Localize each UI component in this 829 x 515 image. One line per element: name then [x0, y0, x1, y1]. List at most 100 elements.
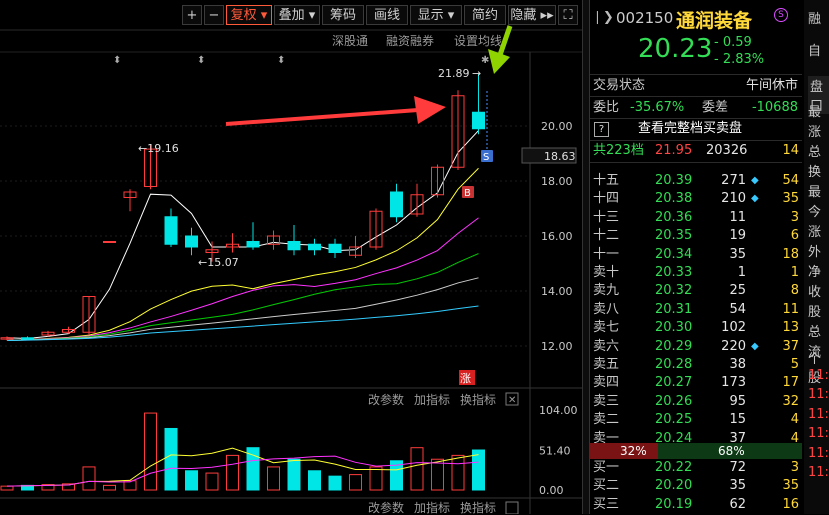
ask-ord: 18 — [782, 246, 799, 262]
ask-row[interactable]: 卖十 20.33 1 1 — [590, 263, 802, 283]
buy-ratio-label: 32% — [620, 444, 647, 458]
ask-row[interactable]: 十二 20.35 19 6 — [590, 226, 802, 246]
ask-row[interactable]: 十一 20.34 35 18 — [590, 245, 802, 265]
ask-row[interactable]: 十五 20.39 271 ◆ 54 — [590, 171, 802, 191]
ask-row[interactable]: 卖九 20.32 25 8 — [590, 281, 802, 301]
indicator-add-link[interactable]: 加指标 — [414, 392, 450, 407]
side-panel-item[interactable]: 总 — [808, 141, 821, 160]
volume-tick-label: 51.40 — [539, 444, 571, 457]
candle-body — [287, 241, 301, 251]
side-panel-item[interactable]: 自 — [808, 40, 821, 59]
ask-label: 卖五 — [593, 357, 620, 372]
ask-label: 十四 — [593, 191, 620, 207]
ask-row[interactable]: 卖八 20.31 54 11 — [590, 300, 802, 320]
full-book-row[interactable]: ? 查看完整档买卖盘 — [590, 119, 802, 139]
help-icon[interactable]: ? — [594, 122, 609, 137]
quote-panel: ❘❯ 002150 通润装备 S 20.23 - 0.59 - 2.83% 交易… — [590, 0, 802, 514]
ask-label: 十二 — [593, 228, 620, 244]
ask-row[interactable]: 十四 20.38 210 ◆ 35 — [590, 189, 802, 209]
ask-ord: 6 — [790, 228, 799, 244]
side-panel-item[interactable]: 11: — [808, 446, 829, 461]
ask-row[interactable]: 卖三 20.26 95 32 — [590, 392, 802, 412]
full-book-link[interactable]: 查看完整档买卖盘 — [638, 119, 742, 139]
ask-row[interactable]: 卖二 20.25 15 4 — [590, 410, 802, 430]
side-panel-item[interactable]: 股 — [808, 301, 821, 320]
indicator-change-link-2[interactable]: 换指标 — [460, 500, 496, 514]
ask-dot: ◆ — [751, 340, 759, 352]
levels-row: 共223档 21.95 20326 14 — [590, 141, 802, 161]
ask-label: 十五 — [593, 173, 620, 188]
ask-ord: 54 — [782, 173, 799, 188]
side-panel-item[interactable]: 11: — [808, 407, 829, 422]
buy-badge-label: B — [464, 188, 471, 199]
low-mark-annotation: ←15.07 — [198, 256, 239, 269]
side-panel-item[interactable]: 外 — [808, 241, 821, 260]
ask-price: 20.31 — [655, 301, 693, 317]
side-panel-item[interactable]: 净 — [808, 261, 821, 280]
candle-body — [164, 216, 178, 245]
ask-row[interactable]: 卖五 20.28 38 5 — [590, 355, 802, 375]
ask-row[interactable]: 十三 20.36 11 3 — [590, 208, 802, 228]
candle-body — [328, 243, 342, 253]
ask-vol: 220 — [721, 338, 746, 354]
volume-bar — [349, 474, 362, 491]
indicator-change-link[interactable]: 换指标 — [460, 392, 496, 407]
side-panel-item[interactable]: 收 — [808, 281, 821, 300]
side-panel-item[interactable]: 11: — [808, 387, 829, 402]
panel-splitter[interactable] — [582, 0, 590, 514]
indicator-add-link-2[interactable]: 加指标 — [414, 500, 450, 514]
side-panel-item[interactable]: 今 — [808, 201, 821, 220]
volume-bar — [82, 466, 96, 491]
ask-price: 20.29 — [655, 338, 693, 354]
ask-row[interactable]: 卖七 20.30 102 13 — [590, 318, 802, 338]
side-panel-item[interactable]: 最 — [808, 181, 821, 200]
sell-ratio-label: 68% — [718, 444, 745, 458]
y-tick-label: 14.00 — [541, 285, 573, 298]
ask-ord: 11 — [782, 301, 799, 317]
volume-tick-label: 0.00 — [539, 484, 564, 497]
volume-bar — [431, 458, 444, 491]
ask-label: 卖八 — [593, 301, 620, 317]
ask-ord: 5 — [790, 357, 799, 372]
side-panel-item[interactable]: 融 — [808, 8, 821, 27]
bid-row[interactable]: 买一 20.22 72 3 — [590, 458, 802, 478]
side-panel-item[interactable]: 11: — [808, 368, 829, 383]
margin-icon[interactable]: S — [774, 8, 788, 22]
side-panel-item[interactable]: 换 — [808, 161, 821, 180]
close-icon-2[interactable] — [505, 501, 519, 514]
volume-ma-line — [6, 447, 479, 487]
ma-line — [6, 217, 479, 341]
last-price: 20.23 — [638, 34, 713, 64]
bid-price: 20.20 — [655, 478, 693, 494]
marker-icon: ⬍ — [277, 55, 285, 66]
weibi-label: 委比 — [593, 100, 620, 115]
indicator-params-link[interactable]: 改参数 — [368, 392, 404, 407]
side-panel-item[interactable]: 11: — [808, 465, 829, 480]
ask-price: 20.39 — [655, 173, 693, 188]
bid-row[interactable]: 买三 20.19 62 16 — [590, 495, 802, 515]
ask-row[interactable]: 卖六 20.29 220 ◆ 37 — [590, 337, 802, 357]
bid-price: 20.22 — [655, 460, 693, 475]
ask-row[interactable]: 卖四 20.27 173 17 — [590, 373, 802, 393]
weibi-value: -35.67% — [630, 100, 685, 115]
volume-bar — [205, 472, 219, 491]
side-panel-item[interactable]: 涨 — [808, 121, 821, 140]
menu-icon[interactable]: ❘❯ — [592, 10, 614, 25]
side-panel-item[interactable]: 涨 — [808, 221, 821, 240]
status-label: 交易状态 — [593, 78, 646, 93]
side-panel-item[interactable]: 11: — [808, 426, 829, 441]
ask-label: 卖七 — [593, 320, 620, 336]
ask-price: 20.32 — [655, 283, 693, 299]
bid-row[interactable]: 买二 20.20 35 35 — [590, 476, 802, 496]
volume-bar — [287, 458, 301, 491]
kline-chart[interactable]: 20.00 18.00 16.00 14.00 12.00 104.00 51.40 0.00… — [0, 0, 582, 514]
side-panel-item[interactable]: 最 — [808, 101, 821, 120]
limit-up-label: 涨 — [460, 372, 471, 385]
indicator-params-link-2[interactable]: 改参数 — [368, 500, 404, 514]
candle-body — [185, 235, 198, 248]
bid-vol: 72 — [729, 460, 746, 475]
weicha-value: -10688 — [751, 100, 798, 115]
side-panel-item[interactable]: 总 — [808, 321, 821, 340]
marker-icon: ⬍ — [113, 55, 121, 66]
volume-bar — [164, 427, 178, 491]
